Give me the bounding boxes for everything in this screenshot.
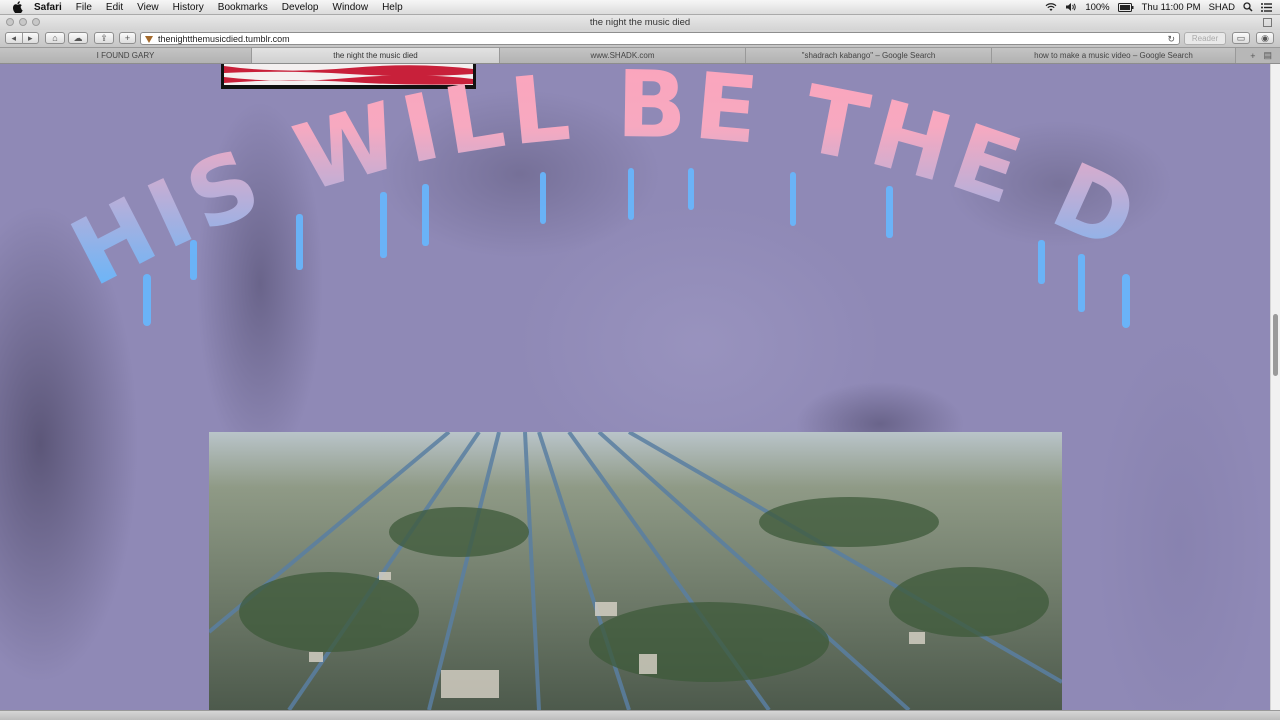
back-icon[interactable]: ◂ bbox=[6, 32, 23, 44]
tab-shadrach-kabango-search[interactable]: "shadrach kabango" – Google Search bbox=[746, 48, 992, 63]
reader-button[interactable]: Reader bbox=[1184, 32, 1226, 45]
forward-icon[interactable]: ▸ bbox=[23, 33, 39, 44]
downloads-button[interactable]: ◉ bbox=[1256, 32, 1274, 44]
status-menus: 100% Thu 11:00 PM SHAD bbox=[1045, 0, 1272, 14]
share-icon: ⇪ bbox=[100, 32, 108, 43]
notification-center-icon[interactable] bbox=[1261, 2, 1272, 12]
reading-list-icon: ▭ bbox=[1236, 32, 1246, 43]
menu-window[interactable]: Window bbox=[333, 2, 369, 13]
user-name[interactable]: SHAD bbox=[1209, 2, 1235, 13]
menu-develop[interactable]: Develop bbox=[282, 2, 319, 13]
tab-shadk[interactable]: www.SHADK.com bbox=[500, 48, 746, 63]
headline-text: THIS WILL BE THE DAY bbox=[0, 64, 1157, 307]
browser-toolbar: ◂ ▸ ⌂ ☁ ⇪ + thenightthemusicdied.tumblr.… bbox=[0, 30, 1280, 47]
window-controls bbox=[6, 18, 40, 26]
icloud-tabs-button[interactable]: ☁ bbox=[68, 32, 88, 44]
fullscreen-icon[interactable] bbox=[1263, 18, 1272, 27]
new-tab-icon[interactable]: + bbox=[1250, 51, 1255, 61]
menu-file[interactable]: File bbox=[76, 2, 92, 13]
flooded-city-photo bbox=[209, 432, 1062, 710]
battery-percent: 100% bbox=[1085, 1, 1110, 13]
zoom-window-button[interactable] bbox=[32, 18, 40, 26]
menu-help[interactable]: Help bbox=[382, 2, 403, 13]
home-button[interactable]: ⌂ bbox=[45, 32, 65, 44]
menu-edit[interactable]: Edit bbox=[106, 2, 123, 13]
tab-bar: I FOUND GARY the night the music died ww… bbox=[0, 47, 1280, 64]
plus-icon: + bbox=[124, 33, 131, 43]
window-bottom-edge bbox=[0, 710, 1280, 720]
menu-history[interactable]: History bbox=[173, 2, 204, 13]
tumblr-favicon-icon bbox=[145, 35, 153, 43]
menu-app-safari[interactable]: Safari bbox=[34, 2, 62, 13]
close-window-button[interactable] bbox=[6, 18, 14, 26]
tab-i-found-gary[interactable]: I FOUND GARY bbox=[0, 48, 252, 63]
spotlight-icon[interactable] bbox=[1243, 2, 1253, 12]
vertical-scrollbar[interactable] bbox=[1270, 64, 1280, 710]
back-forward-buttons: ◂ ▸ bbox=[5, 32, 39, 44]
tab-the-night-the-music-died[interactable]: the night the music died bbox=[252, 48, 500, 63]
window-titlebar: the night the music died bbox=[0, 15, 1280, 30]
tab-tools: + ▤ bbox=[1236, 48, 1280, 63]
battery-icon[interactable] bbox=[1117, 2, 1134, 12]
tab-overview-icon[interactable]: ▤ bbox=[1263, 50, 1272, 61]
minimize-window-button[interactable] bbox=[19, 18, 27, 26]
reload-icon[interactable]: ↻ bbox=[1167, 34, 1175, 45]
share-button[interactable]: ⇪ bbox=[94, 32, 114, 44]
wifi-icon[interactable] bbox=[1045, 2, 1057, 12]
reading-list-button[interactable]: ▭ bbox=[1232, 32, 1250, 44]
volume-icon[interactable] bbox=[1065, 2, 1077, 12]
clock[interactable]: Thu 11:00 PM bbox=[1142, 2, 1201, 13]
url-text: thenightthemusicdied.tumblr.com bbox=[158, 33, 290, 44]
window-title: the night the music died bbox=[589, 17, 691, 28]
headline-graphic: THIS WILL BE THE DAY bbox=[0, 64, 1157, 328]
download-icon: ◉ bbox=[1261, 32, 1269, 43]
cloud-icon: ☁ bbox=[73, 32, 83, 43]
menu-view[interactable]: View bbox=[137, 2, 159, 13]
tab-music-video-search[interactable]: how to make a music video – Google Searc… bbox=[992, 48, 1236, 63]
address-bar[interactable]: thenightthemusicdied.tumblr.com ↻ bbox=[140, 32, 1180, 45]
web-page: THIS WILL BE THE DAY bbox=[0, 64, 1270, 710]
apple-icon[interactable] bbox=[12, 1, 24, 13]
menu-bookmarks[interactable]: Bookmarks bbox=[218, 2, 268, 13]
scrollbar-thumb[interactable] bbox=[1273, 314, 1278, 376]
add-bookmark-button[interactable]: + bbox=[119, 32, 136, 44]
menu-bar: Safari File Edit View History Bookmarks … bbox=[0, 0, 1280, 15]
home-icon: ⌂ bbox=[52, 33, 58, 43]
